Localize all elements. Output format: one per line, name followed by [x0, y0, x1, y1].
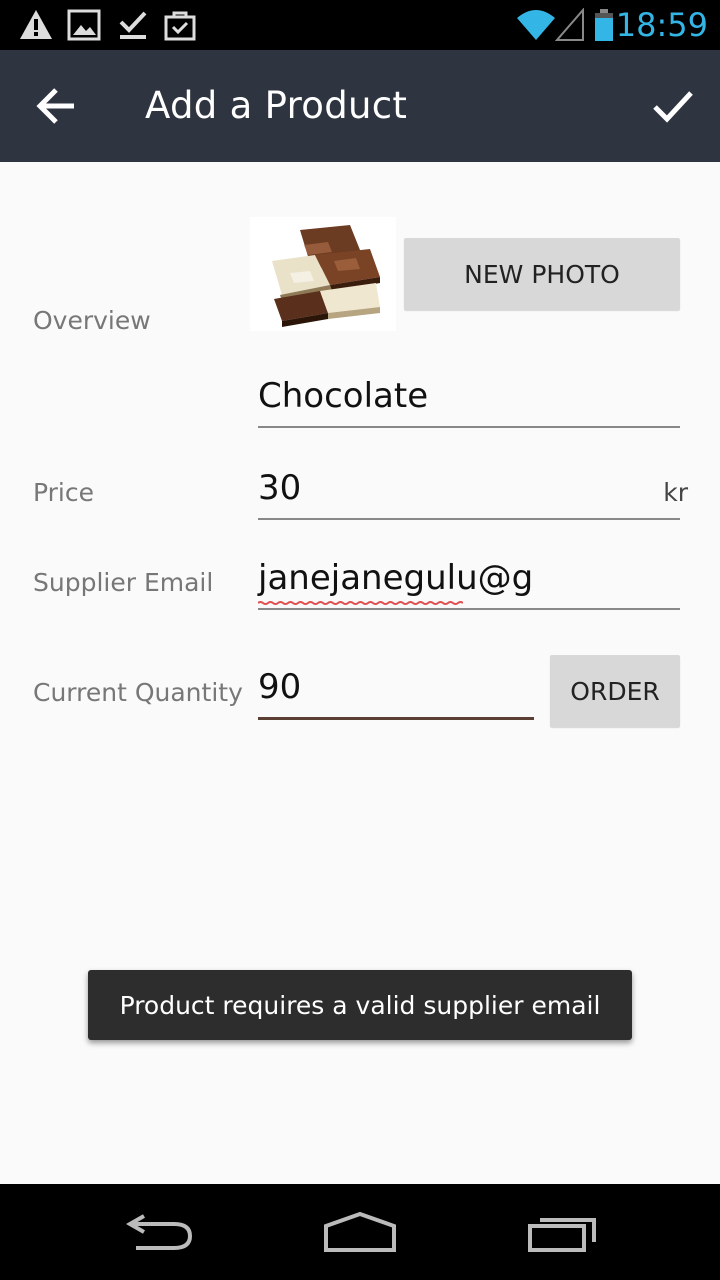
- clock: 18:59: [615, 6, 708, 44]
- home-nav-icon[interactable]: [322, 1210, 398, 1254]
- back-nav-icon[interactable]: [124, 1210, 196, 1254]
- product-name-field[interactable]: Chocolate: [258, 352, 680, 428]
- product-photo[interactable]: [250, 217, 396, 331]
- wifi-icon: [517, 10, 555, 40]
- product-name-value: Chocolate: [258, 376, 429, 416]
- app-bar: Add a Product: [0, 50, 720, 162]
- warning-icon: [20, 10, 52, 39]
- supplier-email-label: Supplier Email: [33, 568, 214, 597]
- check-icon[interactable]: [652, 86, 694, 126]
- new-photo-button[interactable]: NEW PHOTO: [404, 238, 680, 310]
- arrow-back-icon[interactable]: [30, 84, 82, 128]
- page-title: Add a Product: [145, 84, 408, 127]
- quantity-field[interactable]: 90: [258, 642, 534, 720]
- toast-message: Product requires a valid supplier email: [88, 970, 632, 1040]
- price-unit: kr: [663, 478, 688, 507]
- price-label: Price: [33, 478, 94, 507]
- chocolate-image: [272, 225, 380, 327]
- status-bar: 18:59: [0, 0, 720, 50]
- order-button[interactable]: ORDER: [550, 655, 680, 727]
- signal-icon: [555, 8, 584, 41]
- quantity-value: 90: [258, 667, 302, 707]
- shopping-bag-icon: [164, 11, 196, 41]
- download-done-icon: [119, 11, 147, 39]
- product-form: Overview NEW PHOTO Chocolate Price 30 kr…: [0, 162, 720, 1184]
- recents-nav-icon[interactable]: [526, 1210, 600, 1254]
- spellcheck-underline: [258, 601, 463, 605]
- overview-label: Overview: [33, 306, 151, 335]
- image-icon: [67, 9, 101, 41]
- current-quantity-label: Current Quantity: [33, 678, 243, 707]
- supplier-email-value: janejanegulu@g: [258, 558, 534, 598]
- price-field[interactable]: 30: [258, 442, 680, 520]
- battery-icon: [595, 9, 613, 41]
- navigation-bar: [0, 1184, 720, 1280]
- supplier-email-field[interactable]: janejanegulu@g: [258, 534, 680, 610]
- price-value: 30: [258, 468, 302, 508]
